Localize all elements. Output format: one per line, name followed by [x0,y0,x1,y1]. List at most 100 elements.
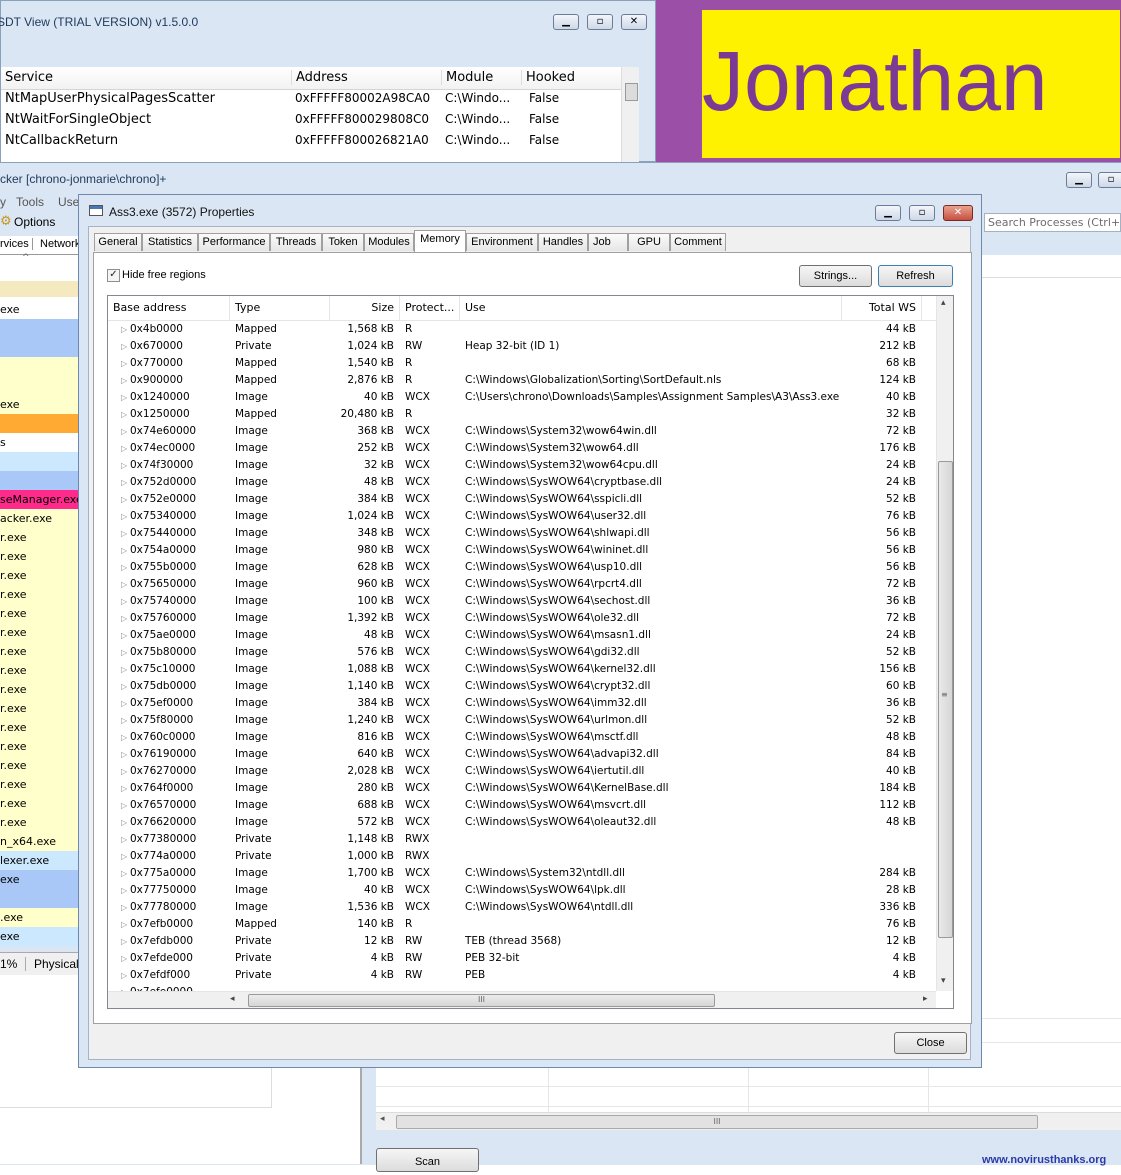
tab-handles[interactable]: Handles [538,233,588,251]
column-type[interactable]: Type [230,296,330,320]
expand-arrow-icon[interactable]: ▷ [121,542,127,559]
expand-arrow-icon[interactable]: ▷ [121,440,127,457]
process-row[interactable]: r.exe [0,718,78,737]
column-total-ws[interactable]: Total WS [842,296,922,320]
table-row[interactable]: ▷ 0x752e0000 Image 384 kB WCX C:\Windows\SysW… [108,491,936,508]
horizontal-scroll-thumb[interactable]: III [248,994,715,1007]
process-row[interactable]: r.exe [0,680,78,699]
expand-arrow-icon[interactable]: ▷ [121,712,127,729]
table-row[interactable]: ▷ 0x4b0000 Mapped 1,568 kB R 44 kB [108,321,936,338]
expand-arrow-icon[interactable]: ▷ [121,967,127,984]
column-header-address[interactable]: Address [291,70,348,85]
table-row[interactable]: ▷ 0x7efdf000 Private 4 kB RW PEB 4 kB [108,967,936,984]
table-row[interactable]: ▷ 0x775a0000 Image 1,700 kB WCX C:\Windows\Sy… [108,865,936,882]
process-row[interactable]: exe [0,300,78,319]
tab-general[interactable]: General [94,233,142,251]
strings-button[interactable]: Strings... [799,265,872,287]
expand-arrow-icon[interactable]: ▷ [121,695,127,712]
table-row[interactable]: ▷ 0x75f80000 Image 1,240 kB WCX C:\Windows\Sy… [108,712,936,729]
column-size[interactable]: Size [330,296,400,320]
process-row[interactable] [0,414,78,433]
table-row[interactable]: ▷ 0x77750000 Image 40 kB WCX C:\Windows\SysWO… [108,882,936,899]
process-row[interactable]: seManager.exe [0,490,78,509]
table-row[interactable]: ▷ 0x75760000 Image 1,392 kB WCX C:\Windows\Sy… [108,610,936,627]
scroll-left-icon[interactable]: ◂ [230,994,235,1004]
table-row[interactable]: NtWaitForSingleObject 0xFFFFF800029808C0… [1,112,621,133]
expand-arrow-icon[interactable]: ▷ [121,678,127,695]
dialog-close-button[interactable]: ✕ [943,205,973,221]
table-row[interactable]: ▷ 0x74e60000 Image 368 kB WCX C:\Windows\Syst… [108,423,936,440]
process-row[interactable]: acker.exe [0,509,78,528]
process-row[interactable]: r.exe [0,756,78,775]
options-button[interactable]: ⚙ Options [0,213,66,233]
menu-item-users[interactable]: Use [58,195,78,209]
process-row[interactable] [0,471,78,490]
expand-arrow-icon[interactable]: ▷ [121,950,127,967]
website-link[interactable]: www.novirusthanks.org [982,1154,1106,1166]
expand-arrow-icon[interactable]: ▷ [121,831,127,848]
expand-arrow-icon[interactable]: ▷ [121,406,127,423]
table-row[interactable]: ▷ 0x752d0000 Image 48 kB WCX C:\Windows\SysWO… [108,474,936,491]
table-row[interactable]: ▷ 0x774a0000 Private 1,000 kB RWX [108,848,936,865]
search-processes-input[interactable]: Search Processes (Ctrl+K) [984,213,1121,232]
expand-arrow-icon[interactable]: ▷ [121,491,127,508]
process-row[interactable] [0,889,78,908]
table-row[interactable]: ▷ 0x77780000 Image 1,536 kB WCX C:\Windows\Sy… [108,899,936,916]
process-row[interactable] [0,376,78,395]
ph-maximize-button[interactable]: ▫ [1098,172,1121,188]
expand-arrow-icon[interactable]: ▷ [121,457,127,474]
process-row[interactable]: r.exe [0,585,78,604]
table-row[interactable]: ▷ 0x1250000 Mapped 20,480 kB R 32 kB [108,406,936,423]
table-row[interactable]: ▷ 0x770000 Mapped 1,540 kB R 68 kB [108,355,936,372]
table-row[interactable]: ▷ 0x76270000 Image 2,028 kB WCX C:\Windows\Sy… [108,763,936,780]
process-row[interactable] [0,319,78,338]
table-row[interactable]: ▷ 0x7efb0000 Mapped 140 kB R 76 kB [108,916,936,933]
expand-arrow-icon[interactable]: ▷ [121,899,127,916]
tab-comment[interactable]: Comment [670,233,726,251]
column-use[interactable]: Use [460,296,842,320]
tab-modules[interactable]: Modules [364,233,414,251]
memory-vertical-scrollbar[interactable]: ▴ ≡ ▾ [936,296,953,991]
process-row[interactable]: r.exe [0,642,78,661]
expand-arrow-icon[interactable]: ▷ [121,746,127,763]
process-row[interactable]: s [0,433,78,452]
process-row[interactable] [0,338,78,357]
expand-arrow-icon[interactable]: ▷ [121,389,127,406]
table-row[interactable]: ▷ 0x75650000 Image 960 kB WCX C:\Windows\SysW… [108,576,936,593]
expand-arrow-icon[interactable]: ▷ [121,423,127,440]
expand-arrow-icon[interactable]: ▷ [121,848,127,865]
close-dialog-button[interactable]: Close [894,1032,967,1054]
table-row[interactable]: ▷ 0x670000 Private 1,024 kB RW Heap 32-bit (I… [108,338,936,355]
process-row[interactable]: n_x64.exe [0,832,78,851]
table-row[interactable]: ▷ 0x755b0000 Image 628 kB WCX C:\Windows\SysW… [108,559,936,576]
tab-network[interactable]: Network [40,238,80,250]
expand-arrow-icon[interactable]: ▷ [121,372,127,389]
process-row[interactable]: .exe [0,908,78,927]
expand-arrow-icon[interactable]: ▷ [121,508,127,525]
expand-arrow-icon[interactable]: ▷ [121,882,127,899]
column-protection[interactable]: Protect... [400,296,460,320]
process-row[interactable]: r.exe [0,737,78,756]
ph-minimize-button[interactable]: ▁ [1066,172,1092,188]
process-row[interactable]: r.exe [0,794,78,813]
tab-job[interactable]: Job [588,233,628,251]
minimize-button[interactable]: ▁ [553,14,579,30]
process-row[interactable]: r.exe [0,813,78,832]
table-row[interactable]: ▷ 0x7efdb000 Private 12 kB RW TEB (thread 356… [108,933,936,950]
process-row[interactable] [0,452,78,471]
table-row[interactable]: ▷ 0x75340000 Image 1,024 kB WCX C:\Windows\Sy… [108,508,936,525]
memory-horizontal-scrollbar[interactable]: ◂ III ▸ [108,991,936,1008]
column-base-address[interactable]: Base address [108,296,230,320]
tab-services[interactable]: rvices [0,238,33,250]
expand-arrow-icon[interactable]: ▷ [121,916,127,933]
expand-arrow-icon[interactable]: ▷ [121,355,127,372]
table-row[interactable]: ▷ 0x7efde000 Private 4 kB RW PEB 32-bit 4 kB [108,950,936,967]
table-row[interactable]: NtMapUserPhysicalPagesScatter 0xFFFFF800… [1,91,621,112]
tab-environment[interactable]: Environment [466,233,538,251]
table-row[interactable]: ▷ 0x764f0000 Image 280 kB WCX C:\Windows\SysW… [108,780,936,797]
refresh-button[interactable]: Refresh [878,265,953,287]
tab-performance[interactable]: Performance [198,233,270,251]
process-row[interactable]: r.exe [0,566,78,585]
expand-arrow-icon[interactable]: ▷ [121,474,127,491]
table-row[interactable]: ▷ 0x75440000 Image 348 kB WCX C:\Windows\SysW… [108,525,936,542]
